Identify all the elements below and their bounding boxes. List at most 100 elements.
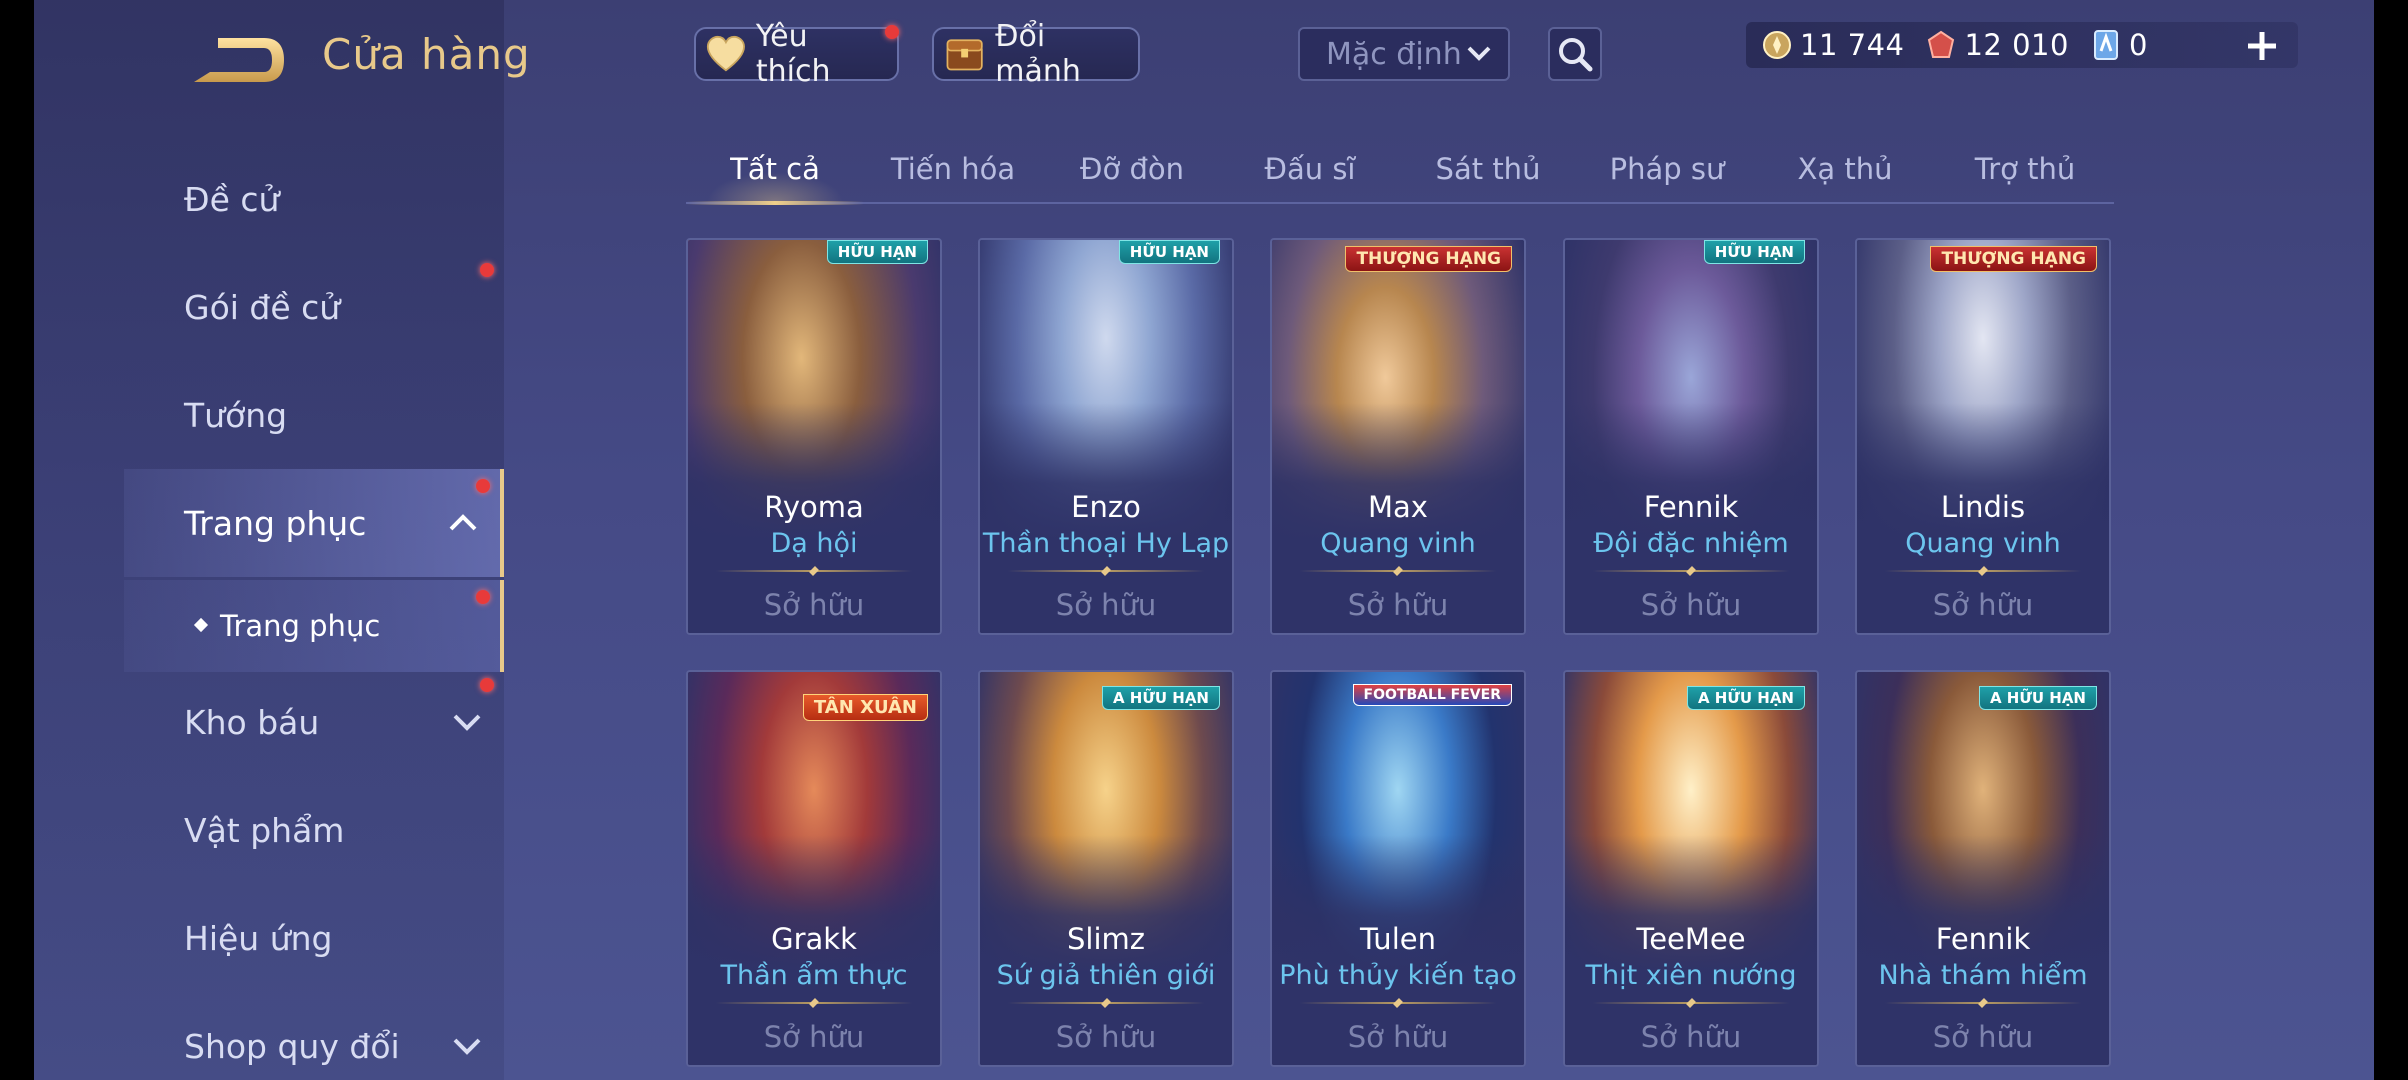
tab-tank[interactable]: Đỡ đòn — [1043, 140, 1221, 202]
sidebar-item-label: Gói đề cử — [184, 287, 341, 327]
skin-name: Thần thoại Hy Lạp — [982, 528, 1230, 559]
page-title: Cửa hàng — [322, 30, 531, 79]
tab-label: Xạ thủ — [1797, 152, 1893, 186]
tab-label: Đấu sĩ — [1264, 152, 1356, 186]
ownership-status: Sở hữu — [1932, 1020, 2034, 1054]
sidebar-item-treasure[interactable]: Kho báu — [124, 668, 504, 776]
trade-label: Đổi mảnh — [995, 19, 1081, 89]
sidebar-item-label: Vật phẩm — [184, 810, 345, 850]
sidebar-item-heroes[interactable]: Tướng — [124, 361, 504, 469]
skin-card-teemee[interactable]: A HỮU HẠN TeeMee Thịt xiên nướng Sở hữu — [1563, 670, 1819, 1067]
ownership-status: Sở hữu — [1055, 588, 1157, 622]
tab-fighter[interactable]: Đấu sĩ — [1221, 140, 1399, 202]
hero-name: Slimz — [1067, 922, 1145, 956]
hero-name: Fennik — [1935, 922, 2031, 956]
sidebar-item-label: Đề cử — [184, 179, 280, 219]
search-button[interactable] — [1548, 27, 1602, 81]
ownership-status: Sở hữu — [1347, 1020, 1449, 1054]
skin-card-enzo[interactable]: HỮU HẠN Enzo Thần thoại Hy Lạp Sở hữu — [978, 238, 1234, 635]
limited-badge: HỮU HẠN — [1703, 240, 1805, 264]
sidebar-subitem-skins[interactable]: Trang phục — [124, 580, 504, 672]
ownership-status: Sở hữu — [1640, 1020, 1742, 1054]
hero-name: Enzo — [1071, 490, 1141, 524]
sidebar-item-skins[interactable]: Trang phục — [124, 469, 504, 577]
premium-badge: THƯỢNG HẠNG — [1345, 246, 1512, 272]
sidebar-item-effects[interactable]: Hiệu ứng — [124, 884, 504, 992]
tab-label: Tất cả — [730, 152, 820, 186]
tab-label: Pháp sư — [1609, 152, 1725, 186]
ownership-status: Sở hữu — [763, 588, 865, 622]
card-divider — [1008, 570, 1204, 572]
card-divider — [1300, 1002, 1496, 1004]
card-divider — [1593, 1002, 1789, 1004]
tab-label: Sát thủ — [1435, 152, 1541, 186]
skin-name: Quang vinh — [1905, 528, 2061, 559]
trade-fragments-button[interactable]: Đổi mảnh — [932, 19, 1140, 89]
bullet-icon — [193, 617, 209, 633]
notification-dot — [480, 678, 494, 692]
tab-evolution[interactable]: Tiến hóa — [864, 140, 1042, 202]
skin-card-ryoma[interactable]: HỮU HẠN Ryoma Dạ hội Sở hữu — [686, 238, 942, 635]
search-icon — [1559, 38, 1593, 72]
tab-all[interactable]: Tất cả — [686, 140, 864, 205]
sidebar-item-recommended[interactable]: Đề cử — [124, 145, 504, 253]
skin-name: Phù thủy kiến tạo — [1279, 960, 1517, 991]
sort-value: Mặc định — [1326, 36, 1462, 72]
chevron-down-icon — [453, 714, 481, 731]
role-tabs: Tất cả Tiến hóa Đỡ đòn Đấu sĩ Sát thủ Ph… — [686, 140, 2114, 205]
ownership-status: Sở hữu — [1932, 588, 2034, 622]
hero-name: Ryoma — [764, 490, 864, 524]
hero-name: Tulen — [1360, 922, 1436, 956]
sort-dropdown[interactable]: Mặc định — [1298, 27, 1510, 81]
skin-card-max[interactable]: THƯỢNG HẠNG Max Quang vinh Sở hữu — [1270, 238, 1526, 635]
sidebar-item-label: Kho báu — [184, 702, 320, 742]
back-button[interactable] — [184, 28, 294, 92]
shop-screen: Cửa hàng Yêu thích Đổi mảnh Mặc định 11 … — [34, 0, 2374, 1080]
hero-name: Fennik — [1643, 490, 1739, 524]
notification-dot — [476, 479, 490, 493]
sidebar-item-label: Tướng — [184, 395, 288, 435]
tab-support[interactable]: Trợ thủ — [1936, 140, 2114, 202]
currency-bar: 11 744 12 010 0 — [1746, 22, 2298, 68]
sidebar-item-bundles[interactable]: Gói đề cử — [124, 253, 504, 361]
notification-dot — [480, 263, 494, 277]
gold-amount: 11 744 — [1800, 28, 1905, 62]
limited-badge: HỮU HẠN — [1118, 240, 1220, 264]
skin-card-fennik[interactable]: HỮU HẠN Fennik Đội đặc nhiệm Sở hữu — [1563, 238, 1819, 635]
sidebar-item-exchange-shop[interactable]: Shop quy đổi — [124, 992, 504, 1080]
notification-dot — [885, 25, 899, 39]
card-amount: 0 — [2128, 28, 2148, 62]
skin-card-tulen[interactable]: FOOTBALL FEVER Tulen Phù thủy kiến tạo S… — [1270, 670, 1526, 1067]
limited-badge: A HỮU HẠN — [1101, 686, 1220, 710]
skin-card-grakk[interactable]: TÂN XUÂN Grakk Thần ẩm thực Sở hữu — [686, 670, 942, 1067]
card-divider — [1885, 1002, 2081, 1004]
gem-currency: 12 010 — [1926, 28, 2068, 62]
favorite-button[interactable]: Yêu thích — [694, 19, 899, 89]
sidebar-item-label: Trang phục — [184, 503, 367, 543]
skin-card-slimz[interactable]: A HỮU HẠN Slimz Sứ giả thiên giới Sở hữu — [978, 670, 1234, 1067]
skin-name: Sứ giả thiên giới — [996, 960, 1216, 991]
skin-name: Nhà thám hiểm — [1878, 960, 2088, 991]
skin-card-fennik-explorer[interactable]: A HỮU HẠN Fennik Nhà thám hiểm Sở hữu — [1855, 670, 2111, 1067]
skin-card-lindis[interactable]: THƯỢNG HẠNG Lindis Quang vinh Sở hữu — [1855, 238, 2111, 635]
heart-icon — [706, 35, 745, 72]
event-badge: FOOTBALL FEVER — [1352, 684, 1512, 706]
limited-badge: A HỮU HẠN — [1686, 686, 1805, 710]
tab-mage[interactable]: Pháp sư — [1578, 140, 1756, 202]
event-badge: TÂN XUÂN — [802, 694, 928, 721]
limited-badge: A HỮU HẠN — [1978, 686, 2097, 710]
favorite-label: Yêu thích — [755, 19, 831, 89]
tab-assassin[interactable]: Sát thủ — [1399, 140, 1577, 202]
gem-amount: 12 010 — [1964, 28, 2069, 62]
tab-marksman[interactable]: Xạ thủ — [1756, 140, 1934, 202]
card-divider — [1008, 1002, 1204, 1004]
ownership-status: Sở hữu — [763, 1020, 865, 1054]
add-currency-icon[interactable] — [2244, 28, 2280, 64]
sidebar-item-items[interactable]: Vật phẩm — [124, 776, 504, 884]
chevron-down-icon — [453, 1038, 481, 1055]
card-currency: 0 — [2091, 28, 2148, 62]
back-arrow-icon — [194, 38, 284, 82]
hero-name: Max — [1368, 490, 1428, 524]
ownership-status: Sở hữu — [1055, 1020, 1157, 1054]
skin-name: Quang vinh — [1320, 528, 1476, 559]
